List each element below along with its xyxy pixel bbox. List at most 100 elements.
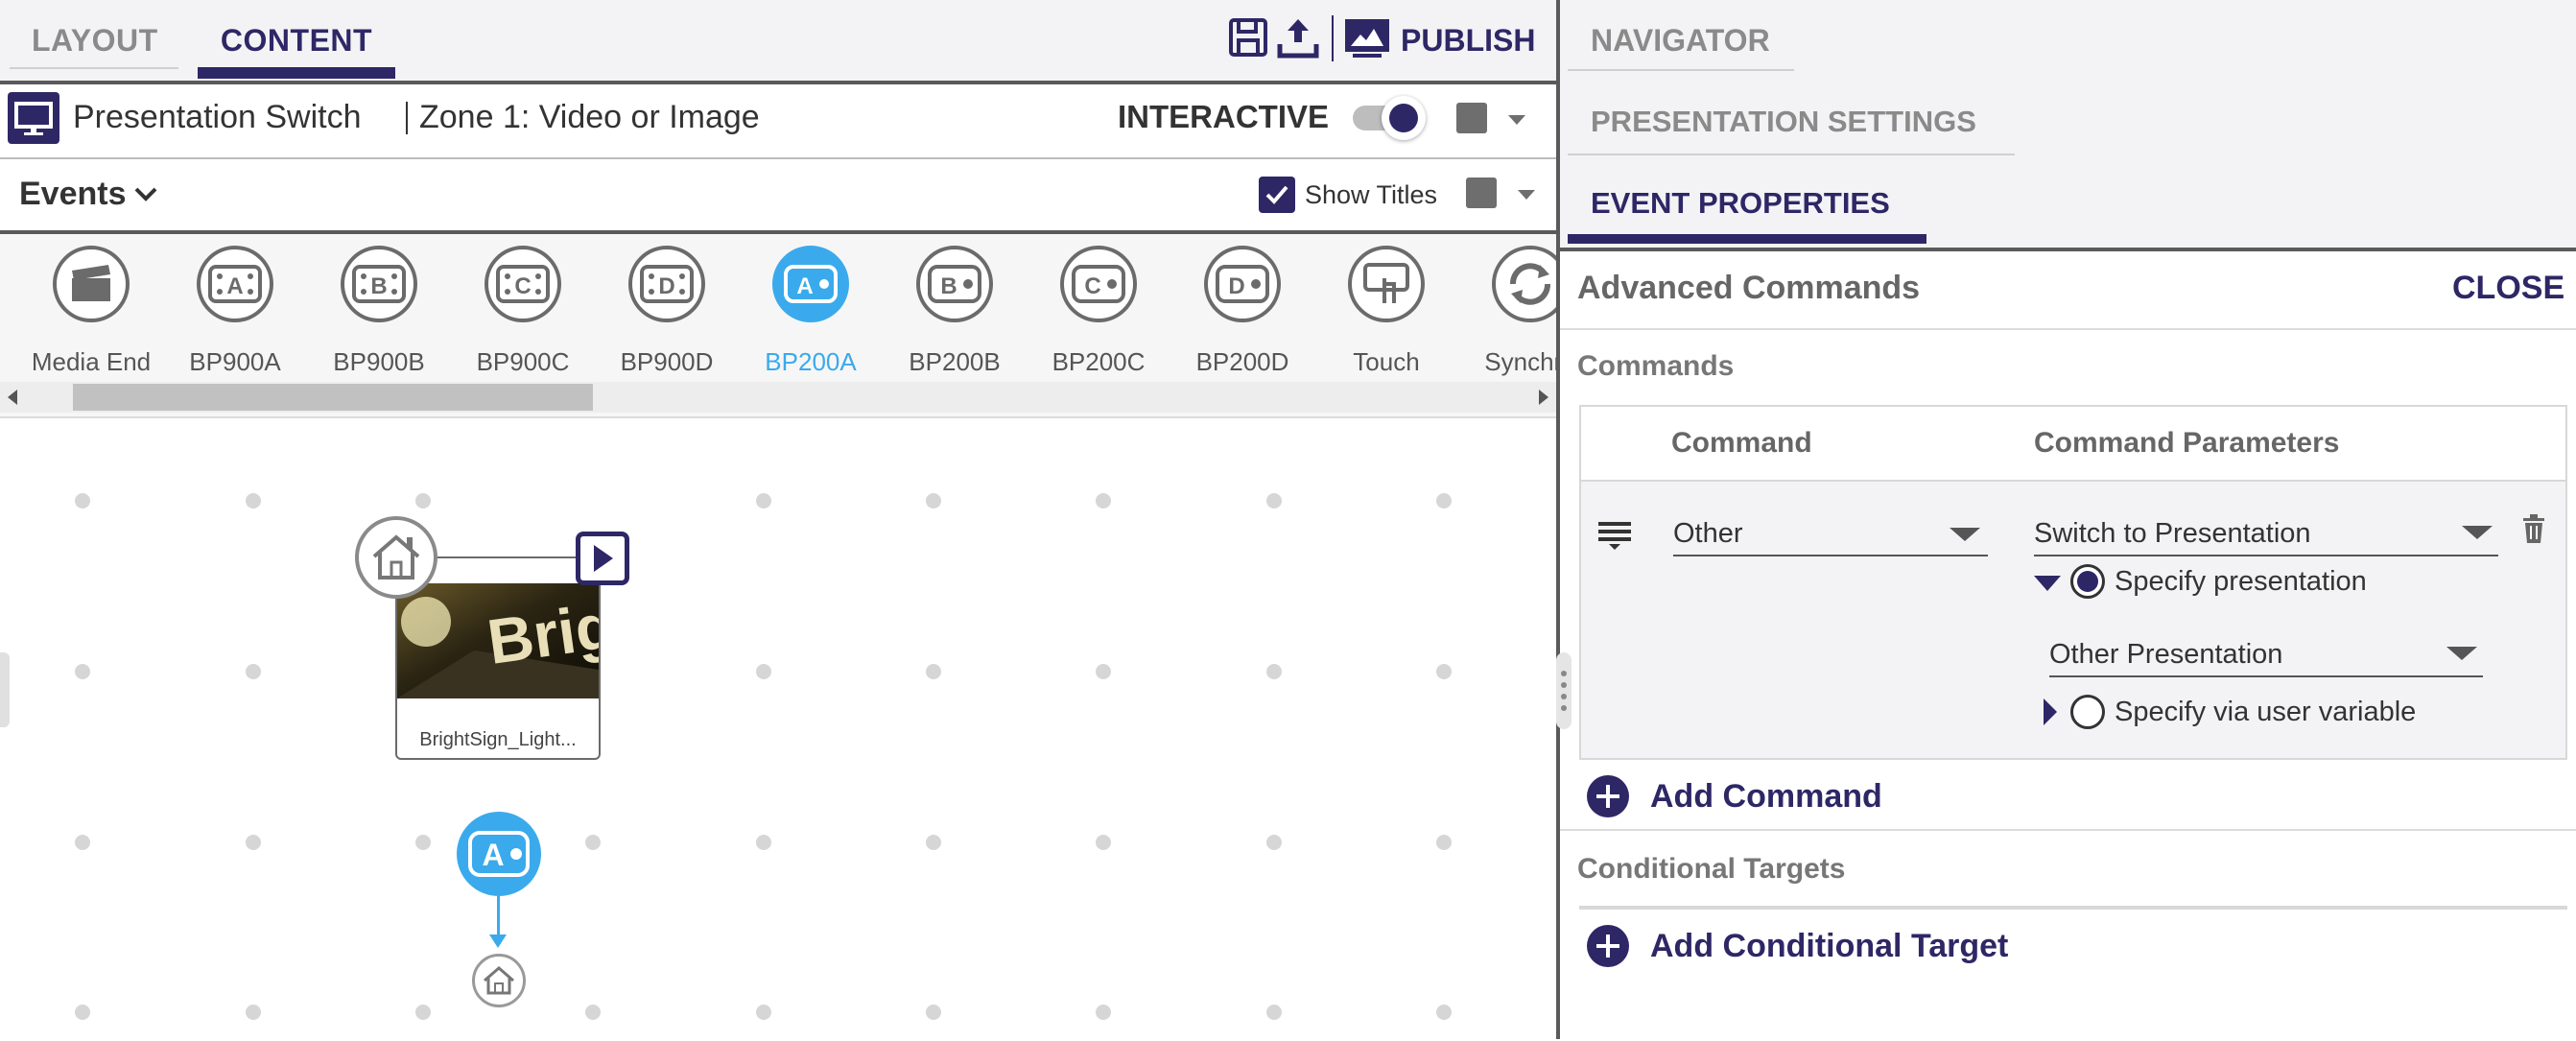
grid-dot [1266,1005,1282,1020]
interactive-label: INTERACTIVE [1118,99,1330,134]
add-command-icon[interactable] [1587,775,1629,817]
trash-icon[interactable] [2521,514,2546,543]
bp200-icon: C [1060,246,1137,322]
specify-variable-radio[interactable] [2070,695,2105,729]
expand-right-icon[interactable] [2044,698,2057,725]
command-select-value[interactable]: Other [1673,514,1743,553]
expand-down-icon[interactable] [2034,576,2061,591]
upload-icon[interactable] [1276,15,1320,59]
palette-item-bp200b[interactable]: B BP200B [883,246,1027,390]
grid-dot [1096,835,1111,850]
event-properties-indicator [1568,234,1926,244]
radio-selected-dot [2077,571,2098,592]
conditional-targets-divider [1579,906,2567,910]
presentation-name: Presentation Switch [73,99,362,135]
bp900-icon: A [197,246,273,322]
grid-dot [1266,493,1282,509]
events-menu-caret-icon[interactable] [1518,190,1535,200]
zone-menu-caret-icon[interactable] [1508,115,1525,125]
palette-item-synchro[interactable]: Synchro [1458,246,1556,390]
zone-name[interactable]: Zone 1: Video or Image [419,94,760,140]
state-canvas[interactable] [0,416,1556,1041]
presentation-select-value[interactable]: Other Presentation [2049,635,2282,674]
specify-presentation-label: Specify presentation [2115,566,2367,597]
svg-text:D: D [1228,273,1244,299]
grid-dot [756,835,771,850]
bp900-icon: B [341,246,417,322]
card-top-line [434,556,578,558]
grid-dot [246,1005,261,1020]
grid-dot [1436,1005,1452,1020]
palette-item-bp200a[interactable]: A BP200A [739,246,883,390]
param-select-underline [2034,555,2498,556]
palette-item-touch[interactable]: Touch [1314,246,1458,390]
bp200-icon: B [916,246,993,322]
home-icon[interactable] [355,516,437,599]
presentation-select-underline [2049,675,2483,677]
grid-dot [246,493,261,509]
zone-menu-button[interactable] [1456,103,1487,133]
touch-icon [1348,246,1425,322]
right-resize-handle[interactable] [1556,652,1572,729]
chevron-down-icon[interactable] [132,180,159,207]
add-conditional-target-button[interactable]: Add Conditional Target [1650,923,2008,969]
transition-line [497,896,500,938]
add-command-button[interactable]: Add Command [1650,773,1882,819]
scroll-right-icon[interactable] [1539,390,1548,405]
publish-button[interactable]: PUBLISH [1401,0,1535,81]
left-resize-handle[interactable] [0,652,10,727]
grid-dot [1096,664,1111,679]
palette-item-media-end[interactable]: Media End [19,246,163,390]
play-icon[interactable] [576,532,629,585]
grid-dot [1436,835,1452,850]
close-button[interactable]: CLOSE [2452,265,2564,311]
grid-dot [756,1005,771,1020]
media-thumbnail: Brig [397,583,599,698]
commands-section-title: Commands [1577,350,1735,382]
show-titles-checkbox[interactable] [1259,177,1295,213]
svg-text:D: D [658,273,674,299]
column-header-command: Command [1671,427,1812,459]
tab-event-properties[interactable]: EVENT PROPERTIES [1591,163,1890,244]
tab-presentation-settings[interactable]: PRESENTATION SETTINGS [1591,81,1976,163]
palette-item-bp900b[interactable]: B BP900B [307,246,451,390]
home-target-icon[interactable] [472,954,526,1007]
events-menu-button[interactable] [1466,177,1497,208]
add-conditional-icon[interactable] [1587,925,1629,967]
svg-text:B: B [370,273,387,299]
events-dropdown[interactable]: Events [19,173,127,215]
presentation-select-caret-icon[interactable] [2446,647,2477,660]
grid-dot [75,493,90,509]
bp200a-event-icon[interactable]: A [457,812,541,896]
command-select-caret-icon[interactable] [1950,528,1980,541]
grid-dot [1436,664,1452,679]
bp900-icon: D [628,246,705,322]
drag-handle-icon[interactable] [1598,522,1631,551]
palette-item-bp900c[interactable]: C BP900C [451,246,595,390]
param-select-caret-icon[interactable] [2462,526,2493,539]
palette-item-bp200c[interactable]: C BP200C [1027,246,1170,390]
media-state-label: BrightSign_Light... [419,729,577,750]
palette-item-bp200d[interactable]: D BP200D [1170,246,1314,390]
toolbar-divider [1332,15,1334,61]
advanced-commands-title: Advanced Commands [1577,270,1921,306]
publish-icon[interactable] [1343,15,1391,59]
grid-dot [1436,493,1452,509]
save-icon[interactable] [1226,15,1270,59]
monitor-icon [8,92,59,144]
svg-text:A: A [226,273,243,299]
palette-item-bp900d[interactable]: D BP900D [595,246,739,390]
grid-dot [926,493,941,509]
transition-arrow-icon [489,935,507,948]
scroll-left-icon[interactable] [8,390,17,405]
param-select-value[interactable]: Switch to Presentation [2034,514,2311,553]
svg-text:C: C [514,273,531,299]
grid-dot [75,1005,90,1020]
grid-dot [246,835,261,850]
grid-dot [75,835,90,850]
palette-item-bp900a[interactable]: A BP900A [163,246,307,390]
interactive-toggle-dot [1389,104,1418,132]
palette-scrollbar-thumb[interactable] [73,384,593,411]
grid-dot [75,664,90,679]
tab-content-indicator [198,67,395,79]
